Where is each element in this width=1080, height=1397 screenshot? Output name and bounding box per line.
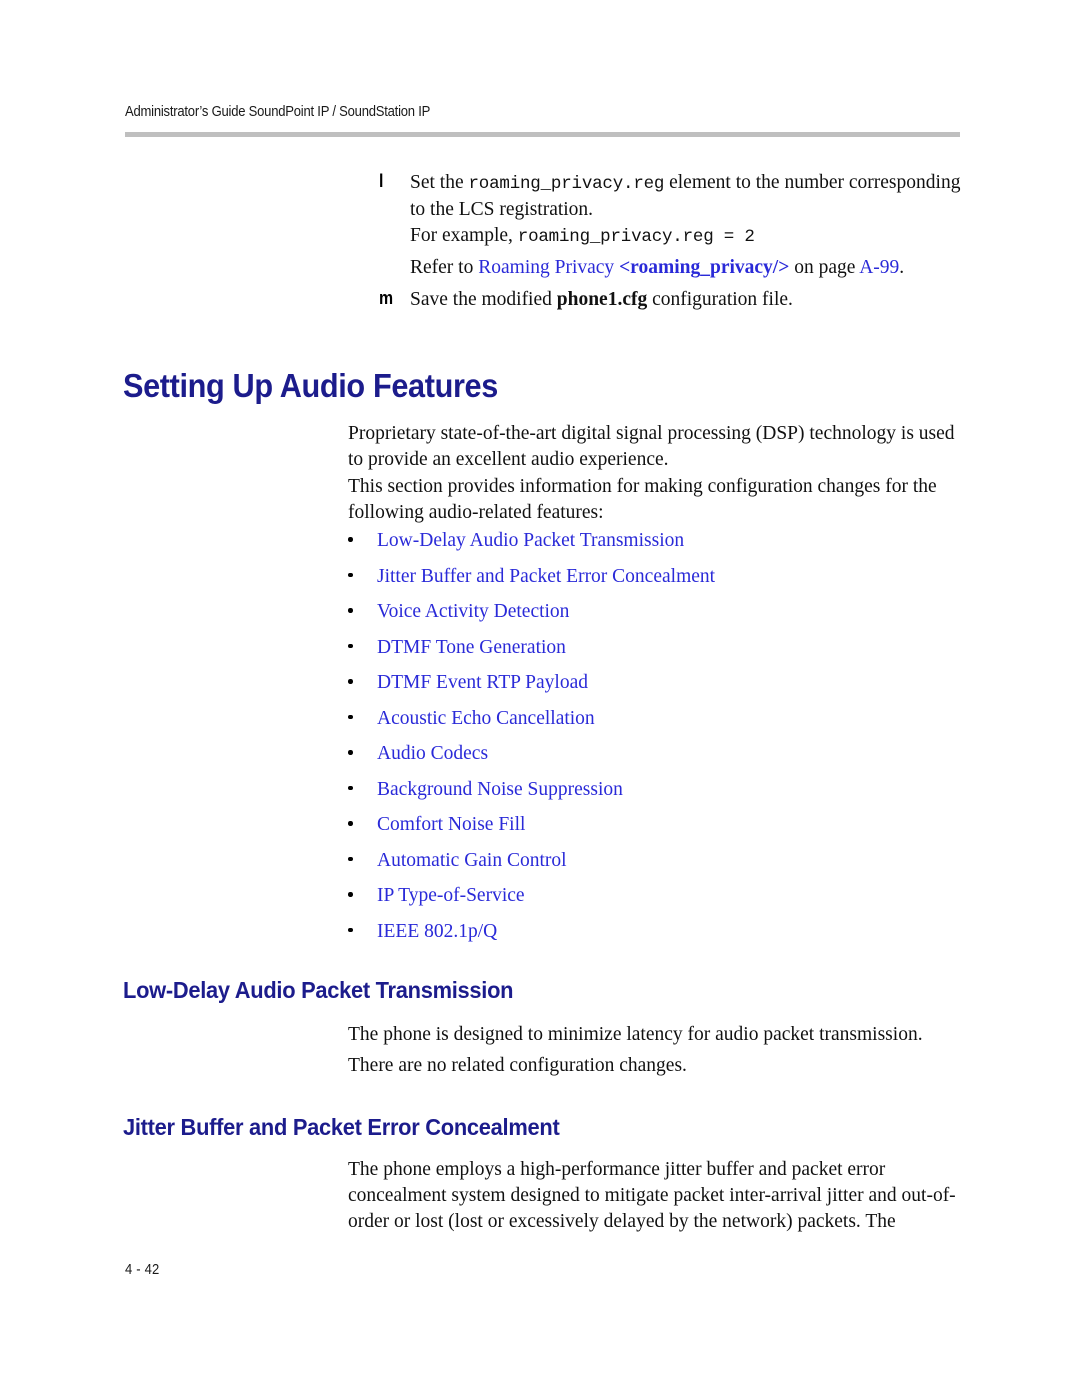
feature-links-list: Low-Delay Audio Packet Transmission Jitt… bbox=[348, 530, 963, 956]
feature-link[interactable]: Background Noise Suppression bbox=[377, 779, 623, 801]
list-item[interactable]: Comfort Noise Fill bbox=[348, 814, 963, 850]
subsection-1-paragraph-1-block: The phone is designed to minimize latenc… bbox=[348, 1022, 963, 1048]
subsection-1-paragraph-2-block: There are no related configuration chang… bbox=[348, 1053, 963, 1079]
step-m-text-before: Save the modified bbox=[410, 289, 557, 310]
list-item[interactable]: IP Type-of-Service bbox=[348, 885, 963, 921]
bullet-dot-icon bbox=[348, 608, 353, 613]
intro-paragraph-1: Proprietary state-of-the-art digital sig… bbox=[348, 423, 955, 470]
list-item[interactable]: IEEE 802.1p/Q bbox=[348, 921, 963, 957]
subsection-1-paragraph-2: There are no related configuration chang… bbox=[348, 1055, 687, 1076]
list-item[interactable]: DTMF Event RTP Payload bbox=[348, 672, 963, 708]
list-item[interactable]: Jitter Buffer and Packet Error Concealme… bbox=[348, 566, 963, 602]
bullet-dot-icon bbox=[348, 750, 353, 755]
feature-link[interactable]: Low-Delay Audio Packet Transmission bbox=[377, 530, 684, 552]
step-marker-l: l bbox=[379, 171, 384, 191]
feature-link[interactable]: Audio Codecs bbox=[377, 743, 488, 765]
feature-link[interactable]: IP Type-of-Service bbox=[377, 885, 525, 907]
page-reference-link[interactable]: A-99 bbox=[859, 257, 899, 278]
bullet-dot-icon bbox=[348, 856, 353, 861]
list-item[interactable]: Automatic Gain Control bbox=[348, 850, 963, 886]
feature-link[interactable]: Voice Activity Detection bbox=[377, 601, 569, 623]
page-header-text: Administrator’s Guide SoundPoint IP / So… bbox=[125, 104, 431, 120]
list-item[interactable]: Voice Activity Detection bbox=[348, 601, 963, 637]
bullet-dot-icon bbox=[348, 679, 353, 684]
subsection-title-jitter-buffer: Jitter Buffer and Packet Error Concealme… bbox=[123, 1114, 560, 1140]
step-m-text-after: configuration file. bbox=[647, 289, 793, 310]
example-mono-token: roaming_privacy.reg = 2 bbox=[517, 227, 755, 247]
feature-link[interactable]: Jitter Buffer and Packet Error Concealme… bbox=[377, 566, 715, 588]
step-l-mono-token: roaming_privacy.reg bbox=[468, 174, 665, 194]
refer-line-text: Refer to Roaming Privacy <roaming_privac… bbox=[348, 255, 963, 281]
bullet-dot-icon bbox=[348, 892, 353, 897]
bullet-dot-icon bbox=[348, 572, 353, 577]
subsection-2-paragraph-1-block: The phone employs a high-performance jit… bbox=[348, 1157, 963, 1235]
list-item[interactable]: Audio Codecs bbox=[348, 743, 963, 779]
step-l-text-before: Set the bbox=[410, 172, 469, 193]
refer-suffix: . bbox=[899, 257, 905, 278]
feature-link[interactable]: Acoustic Echo Cancellation bbox=[377, 708, 595, 730]
step-text-l: Set the roaming_privacy.reg element to t… bbox=[348, 170, 963, 223]
subsection-2-paragraph-1: The phone employs a high-performance jit… bbox=[348, 1159, 956, 1232]
bullet-dot-icon bbox=[348, 643, 353, 648]
bullet-dot-icon bbox=[348, 927, 353, 932]
list-item[interactable]: Low-Delay Audio Packet Transmission bbox=[348, 530, 963, 566]
intro-paragraph-1-block: Proprietary state-of-the-art digital sig… bbox=[348, 421, 963, 473]
bullet-dot-icon bbox=[348, 714, 353, 719]
cross-reference-link-tag[interactable]: <roaming_privacy/> bbox=[619, 257, 789, 278]
subsection-title-low-delay: Low-Delay Audio Packet Transmission bbox=[123, 977, 514, 1003]
section-title: Setting Up Audio Features bbox=[123, 367, 498, 404]
step-text-m: Save the modified phone1.cfg configurati… bbox=[348, 287, 963, 313]
document-page: Administrator’s Guide SoundPoint IP / So… bbox=[0, 0, 1080, 1397]
example-prefix: For example, bbox=[410, 225, 518, 246]
step-list-item-m: m Save the modified phone1.cfg configura… bbox=[348, 287, 963, 313]
list-item[interactable]: Background Noise Suppression bbox=[348, 779, 963, 815]
list-item[interactable]: Acoustic Echo Cancellation bbox=[348, 708, 963, 744]
refer-prefix: Refer to bbox=[410, 257, 479, 278]
list-item[interactable]: DTMF Tone Generation bbox=[348, 637, 963, 673]
subsection-1-paragraph-1: The phone is designed to minimize latenc… bbox=[348, 1024, 923, 1045]
feature-link[interactable]: Comfort Noise Fill bbox=[377, 814, 525, 836]
feature-link[interactable]: Automatic Gain Control bbox=[377, 850, 567, 872]
step-list-item-l: l Set the roaming_privacy.reg element to… bbox=[348, 170, 963, 223]
refer-line-row: Refer to Roaming Privacy <roaming_privac… bbox=[348, 255, 963, 281]
footer-page-number: 4 - 42 bbox=[125, 1262, 160, 1278]
header-divider-rule bbox=[125, 132, 960, 137]
refer-middle: on page bbox=[789, 257, 860, 278]
step-marker-m: m bbox=[379, 288, 394, 308]
example-line-row: For example, roaming_privacy.reg = 2 bbox=[348, 223, 963, 250]
intro-paragraph-2: This section provides information for ma… bbox=[348, 476, 937, 523]
bullet-dot-icon bbox=[348, 821, 353, 826]
feature-link[interactable]: IEEE 802.1p/Q bbox=[377, 921, 497, 943]
example-line-text: For example, roaming_privacy.reg = 2 bbox=[348, 223, 963, 250]
feature-link[interactable]: DTMF Event RTP Payload bbox=[377, 672, 588, 694]
cross-reference-link[interactable]: Roaming Privacy bbox=[478, 257, 619, 278]
bullet-dot-icon bbox=[348, 785, 353, 790]
intro-paragraph-2-block: This section provides information for ma… bbox=[348, 474, 963, 526]
feature-link[interactable]: DTMF Tone Generation bbox=[377, 637, 566, 659]
bullet-dot-icon bbox=[348, 537, 353, 542]
step-m-bold-filename: phone1.cfg bbox=[556, 289, 648, 310]
